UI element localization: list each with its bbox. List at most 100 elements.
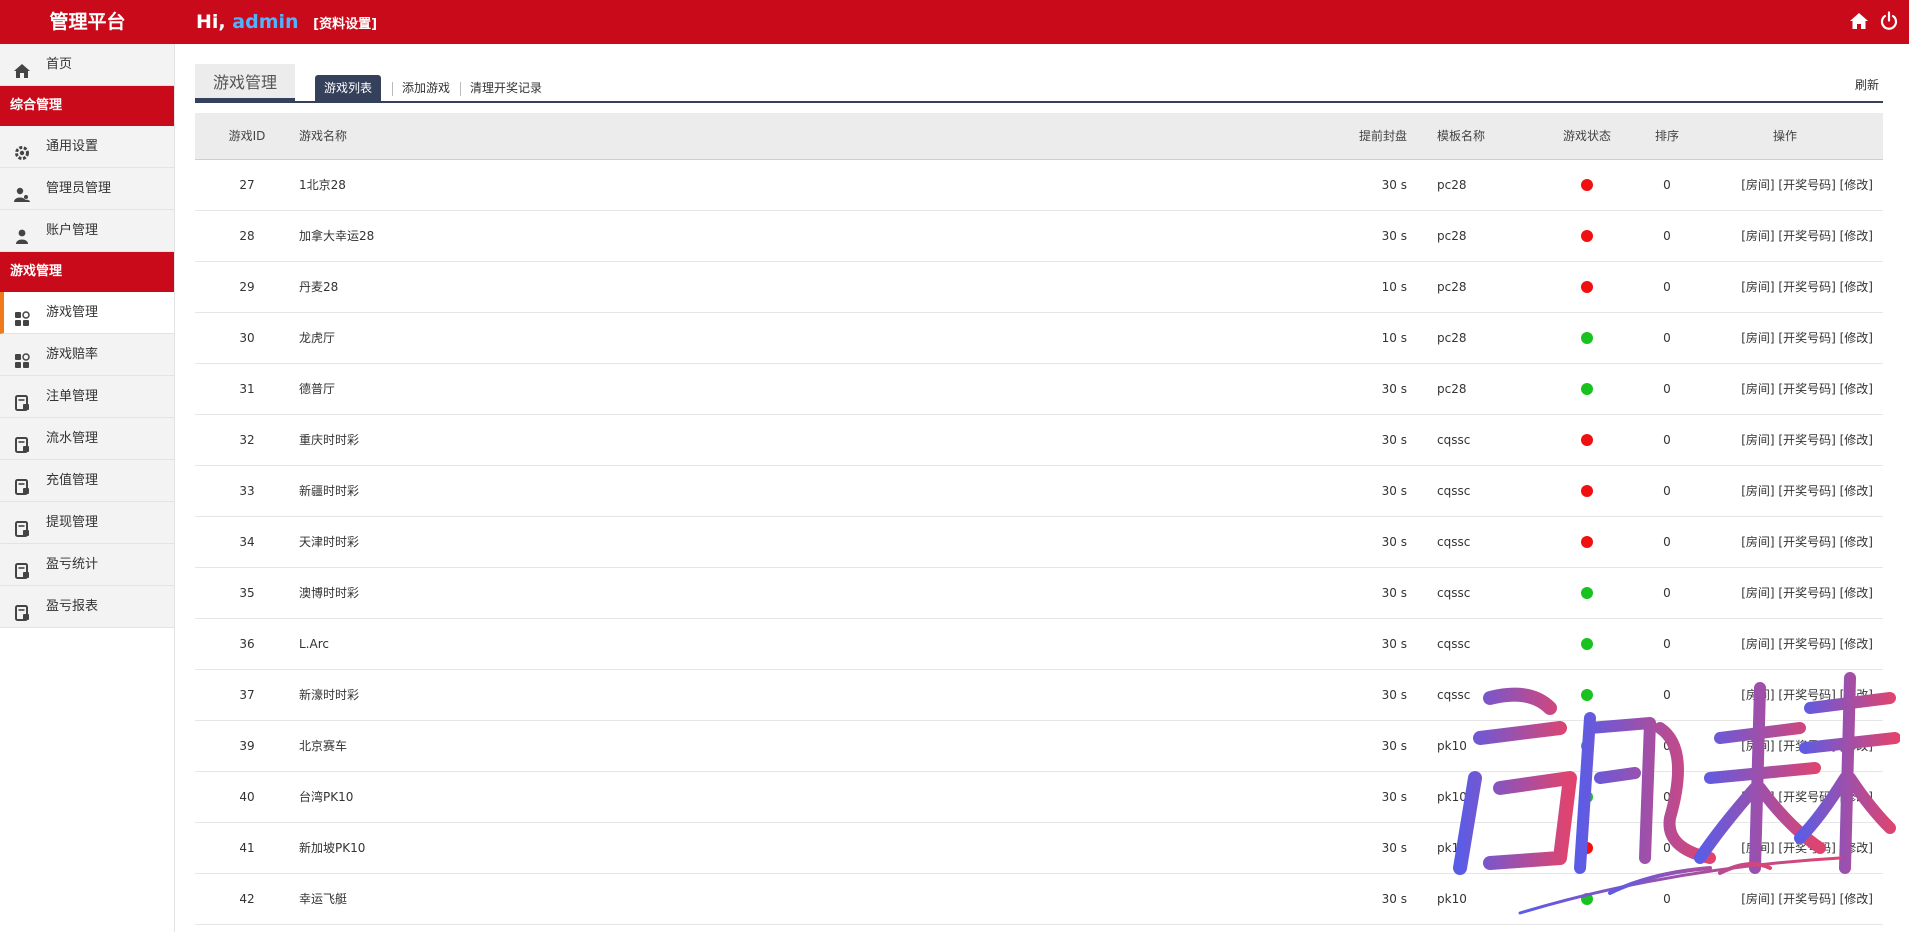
status-dot-icon[interactable] bbox=[1581, 842, 1593, 854]
draw-numbers-link[interactable]: [开奖号码] bbox=[1778, 535, 1835, 549]
room-link[interactable]: [房间] bbox=[1741, 280, 1774, 294]
cell-lead-close: 30 s bbox=[1381, 534, 1407, 549]
status-dot-icon[interactable] bbox=[1581, 434, 1593, 446]
profile-settings-link[interactable]: [资料设置] bbox=[313, 17, 377, 32]
app-brand[interactable]: 管理平台 bbox=[0, 0, 175, 44]
room-link[interactable]: [房间] bbox=[1741, 535, 1774, 549]
draw-numbers-link[interactable]: [开奖号码] bbox=[1778, 790, 1835, 804]
status-dot-icon[interactable] bbox=[1581, 740, 1593, 752]
edit-link[interactable]: [修改] bbox=[1840, 433, 1873, 447]
draw-numbers-link[interactable]: [开奖号码] bbox=[1778, 229, 1835, 243]
cell-template: pc28 bbox=[1437, 381, 1467, 396]
cell-lead-close: 30 s bbox=[1381, 381, 1407, 396]
edit-link[interactable]: [修改] bbox=[1840, 637, 1873, 651]
room-link[interactable]: [房间] bbox=[1741, 841, 1774, 855]
sidebar-group-games[interactable]: 游戏管理 bbox=[0, 252, 174, 292]
cell-game-id: 29 bbox=[239, 279, 255, 294]
draw-numbers-link[interactable]: [开奖号码] bbox=[1778, 331, 1835, 345]
draw-numbers-link[interactable]: [开奖号码] bbox=[1778, 892, 1835, 906]
cell-template: pc28 bbox=[1437, 330, 1467, 345]
status-dot-icon[interactable] bbox=[1581, 791, 1593, 803]
sidebar-item-withdraw-management[interactable]: 提现管理 bbox=[0, 502, 174, 544]
draw-numbers-link[interactable]: [开奖号码] bbox=[1778, 382, 1835, 396]
status-dot-icon[interactable] bbox=[1581, 383, 1593, 395]
room-link[interactable]: [房间] bbox=[1741, 382, 1774, 396]
room-link[interactable]: [房间] bbox=[1741, 892, 1774, 906]
edit-link[interactable]: [修改] bbox=[1840, 331, 1873, 345]
cell-actions: [房间] [开奖号码] [修改] bbox=[1697, 414, 1883, 465]
sidebar-group-general[interactable]: 综合管理 bbox=[0, 86, 174, 126]
edit-link[interactable]: [修改] bbox=[1840, 535, 1873, 549]
room-link[interactable]: [房间] bbox=[1741, 331, 1774, 345]
room-link[interactable]: [房间] bbox=[1741, 637, 1774, 651]
room-link[interactable]: [房间] bbox=[1741, 688, 1774, 702]
status-dot-icon[interactable] bbox=[1581, 536, 1593, 548]
room-link[interactable]: [房间] bbox=[1741, 178, 1774, 192]
sidebar-item-bet-management[interactable]: 注单管理 bbox=[0, 376, 174, 418]
draw-numbers-link[interactable]: [开奖号码] bbox=[1778, 484, 1835, 498]
sidebar-item-game-odds[interactable]: 游戏赔率 bbox=[0, 334, 174, 376]
draw-numbers-link[interactable]: [开奖号码] bbox=[1778, 688, 1835, 702]
room-link[interactable]: [房间] bbox=[1741, 739, 1774, 753]
sidebar-item-profit-report[interactable]: 盈亏报表 bbox=[0, 586, 174, 628]
room-link[interactable]: [房间] bbox=[1741, 229, 1774, 243]
sidebar-item-label: 管理员管理 bbox=[46, 181, 112, 196]
sidebar-item-general-settings[interactable]: 通用设置 bbox=[0, 126, 174, 168]
status-dot-icon[interactable] bbox=[1581, 893, 1593, 905]
edit-link[interactable]: [修改] bbox=[1840, 178, 1873, 192]
table-body: 27 1北京28 30 s pc28 0 [房间] [开奖号码] [修改] 28 加拿大幸运2… bbox=[195, 159, 1883, 924]
sidebar-item-admin-management[interactable]: 管理员管理 bbox=[0, 168, 174, 210]
edit-link[interactable]: [修改] bbox=[1840, 739, 1873, 753]
cell-template: cqssc bbox=[1437, 585, 1471, 600]
draw-numbers-link[interactable]: [开奖号码] bbox=[1778, 841, 1835, 855]
status-dot-icon[interactable] bbox=[1581, 179, 1593, 191]
room-link[interactable]: [房间] bbox=[1741, 433, 1774, 447]
column-header-id: 游戏ID bbox=[195, 113, 299, 160]
sidebar-item-turnover-management[interactable]: 流水管理 bbox=[0, 418, 174, 460]
draw-numbers-link[interactable]: [开奖号码] bbox=[1778, 739, 1835, 753]
cell-game-id: 28 bbox=[239, 228, 255, 243]
edit-link[interactable]: [修改] bbox=[1840, 484, 1873, 498]
edit-link[interactable]: [修改] bbox=[1840, 790, 1873, 804]
tab-clear-draw-records[interactable]: 清理开奖记录 bbox=[470, 75, 542, 102]
status-dot-icon[interactable] bbox=[1581, 281, 1593, 293]
home-icon[interactable] bbox=[1849, 11, 1869, 31]
refresh-button[interactable]: 刷新 bbox=[1855, 76, 1879, 93]
table-row: 40 台湾PK10 30 s pk10 0 [房间] [开奖号码] [修改] bbox=[195, 771, 1883, 822]
draw-numbers-link[interactable]: [开奖号码] bbox=[1778, 586, 1835, 600]
sidebar-item-recharge-management[interactable]: 充值管理 bbox=[0, 460, 174, 502]
edit-link[interactable]: [修改] bbox=[1840, 586, 1873, 600]
edit-link[interactable]: [修改] bbox=[1840, 892, 1873, 906]
edit-link[interactable]: [修改] bbox=[1840, 382, 1873, 396]
cell-actions: [房间] [开奖号码] [修改] bbox=[1697, 822, 1883, 873]
draw-numbers-link[interactable]: [开奖号码] bbox=[1778, 178, 1835, 192]
status-dot-icon[interactable] bbox=[1581, 638, 1593, 650]
sidebar-item-home[interactable]: 首页 bbox=[0, 44, 174, 86]
room-link[interactable]: [房间] bbox=[1741, 586, 1774, 600]
table-row: 37 新濠时时彩 30 s cqssc 0 [房间] [开奖号码] [修改] bbox=[195, 669, 1883, 720]
tab-game-list[interactable]: 游戏列表 bbox=[315, 75, 382, 102]
status-dot-icon[interactable] bbox=[1581, 230, 1593, 242]
power-icon[interactable] bbox=[1879, 11, 1899, 31]
sidebar-item-game-management[interactable]: 游戏管理 bbox=[0, 292, 174, 334]
sidebar-item-account-management[interactable]: 账户管理 bbox=[0, 210, 174, 252]
status-dot-icon[interactable] bbox=[1581, 332, 1593, 344]
status-dot-icon[interactable] bbox=[1581, 689, 1593, 701]
tab-add-game[interactable]: 添加游戏 bbox=[402, 75, 450, 102]
draw-numbers-link[interactable]: [开奖号码] bbox=[1778, 433, 1835, 447]
status-dot-icon[interactable] bbox=[1581, 587, 1593, 599]
room-link[interactable]: [房间] bbox=[1741, 484, 1774, 498]
edit-link[interactable]: [修改] bbox=[1840, 841, 1873, 855]
cell-game-id: 32 bbox=[239, 432, 255, 447]
draw-numbers-link[interactable]: [开奖号码] bbox=[1778, 280, 1835, 294]
sidebar-item-profit-stats[interactable]: 盈亏统计 bbox=[0, 544, 174, 586]
draw-numbers-link[interactable]: [开奖号码] bbox=[1778, 637, 1835, 651]
edit-link[interactable]: [修改] bbox=[1840, 229, 1873, 243]
edit-link[interactable]: [修改] bbox=[1840, 280, 1873, 294]
cell-game-id: 34 bbox=[239, 534, 255, 549]
room-link[interactable]: [房间] bbox=[1741, 790, 1774, 804]
cell-game-id: 33 bbox=[239, 483, 255, 498]
cell-status bbox=[1537, 822, 1637, 873]
status-dot-icon[interactable] bbox=[1581, 485, 1593, 497]
edit-link[interactable]: [修改] bbox=[1840, 688, 1873, 702]
